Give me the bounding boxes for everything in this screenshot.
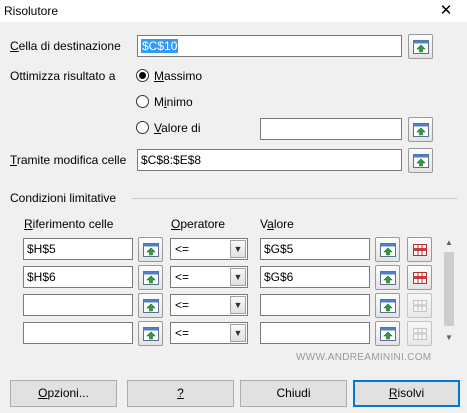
constraint-operator-select[interactable]: <= ▼ (170, 322, 248, 344)
shrink-dialog-icon (413, 123, 429, 137)
chevron-down-icon[interactable]: ▼ (230, 296, 246, 314)
scrollbar-thumb[interactable] (444, 252, 454, 326)
chevron-down-icon[interactable]: ▼ (230, 240, 246, 258)
scroll-down-icon[interactable]: ▼ (441, 333, 457, 342)
shrink-dialog-icon (413, 154, 429, 168)
optimize-label: Ottimizza risultato a (10, 69, 116, 83)
operator-value: <= (175, 242, 190, 256)
watermark: WWW.ANDREAMININI.COM (296, 352, 432, 363)
shrink-dialog-icon (413, 40, 429, 54)
constraint-ref-picker-button[interactable] (138, 321, 163, 346)
solve-button[interactable]: Risolvi (353, 380, 460, 407)
radio-massimo[interactable] (136, 69, 149, 82)
shrink-dialog-icon (380, 243, 396, 257)
changing-cells-field[interactable]: $C$8:$E$8 (137, 149, 402, 171)
constraint-operator-select[interactable]: <= ▼ (170, 266, 248, 288)
target-cell-value: $C$10 (141, 39, 179, 53)
shrink-dialog-icon (380, 299, 396, 313)
value-of-field[interactable] (260, 118, 402, 140)
radio-minimo-label: Minimo (154, 95, 193, 109)
radio-valore-di-label: Valore di (154, 121, 201, 135)
col-header-ref: Riferimento celle (24, 217, 114, 231)
chevron-down-icon[interactable]: ▼ (230, 324, 246, 342)
shrink-dialog-icon (143, 327, 159, 341)
shrink-dialog-icon (143, 299, 159, 313)
constraint-value-picker-button[interactable] (375, 293, 400, 318)
shrink-dialog-icon (380, 271, 396, 285)
constraint-value-picker-button[interactable] (375, 265, 400, 290)
radio-massimo-label: Massimo (154, 69, 203, 83)
help-button-label: ? (177, 386, 184, 400)
changing-cells-picker-button[interactable] (408, 148, 433, 173)
chevron-down-icon[interactable]: ▼ (230, 268, 246, 286)
value-of-picker-button[interactable] (408, 117, 433, 142)
delete-row-icon (413, 244, 427, 256)
target-cell-picker-button[interactable] (408, 34, 433, 59)
shrink-dialog-icon (143, 243, 159, 257)
constraint-operator-select[interactable]: <= ▼ (170, 294, 248, 316)
delete-constraint-button[interactable] (407, 265, 432, 290)
shrink-dialog-icon (380, 327, 396, 341)
close-button[interactable]: Chiudi (240, 380, 347, 407)
constraint-value-field[interactable]: $G$6 (260, 266, 370, 288)
constraint-ref-field[interactable]: $H$6 (23, 266, 133, 288)
window-title: Risolutore (4, 4, 59, 18)
constraint-ref-picker-button[interactable] (138, 265, 163, 290)
col-header-op: Operatore (171, 217, 226, 231)
help-button[interactable]: ? (127, 380, 234, 407)
col-header-val: Valore (260, 217, 294, 231)
delete-row-icon (413, 328, 427, 340)
constraint-value-picker-button[interactable] (375, 321, 400, 346)
operator-value: <= (175, 298, 190, 312)
constraint-operator-select[interactable]: <= ▼ (170, 238, 248, 260)
operator-value: <= (175, 270, 190, 284)
section-divider (132, 198, 457, 199)
constraint-ref-picker-button[interactable] (138, 293, 163, 318)
scroll-up-icon[interactable]: ▲ (441, 238, 457, 247)
options-button[interactable]: Opzioni... (10, 380, 117, 407)
constraint-ref-picker-button[interactable] (138, 237, 163, 262)
delete-constraint-button[interactable] (407, 237, 432, 262)
constraint-value-field[interactable]: $G$5 (260, 238, 370, 260)
changing-cells-label: Tramite modifica celle (10, 153, 127, 167)
constraint-value-field[interactable] (260, 294, 370, 316)
constraint-ref-field[interactable] (23, 322, 133, 344)
radio-valore-di[interactable] (136, 121, 149, 134)
constraint-ref-field[interactable] (23, 294, 133, 316)
delete-constraint-button[interactable] (407, 293, 432, 318)
operator-value: <= (175, 326, 190, 340)
target-cell-field[interactable]: $C$10 (137, 35, 402, 57)
target-cell-label: Cella di destinazione (10, 39, 121, 53)
delete-row-icon (413, 300, 427, 312)
constraint-value-picker-button[interactable] (375, 237, 400, 262)
constraints-section-label: Condizioni limitative (10, 191, 117, 205)
shrink-dialog-icon (143, 271, 159, 285)
close-icon[interactable]: ✕ (437, 2, 455, 20)
constraint-value-field[interactable] (260, 322, 370, 344)
delete-row-icon (413, 272, 427, 284)
delete-constraint-button[interactable] (407, 321, 432, 346)
radio-minimo[interactable] (136, 95, 149, 108)
title-bar (0, 0, 467, 22)
constraint-ref-field[interactable]: $H$5 (23, 238, 133, 260)
